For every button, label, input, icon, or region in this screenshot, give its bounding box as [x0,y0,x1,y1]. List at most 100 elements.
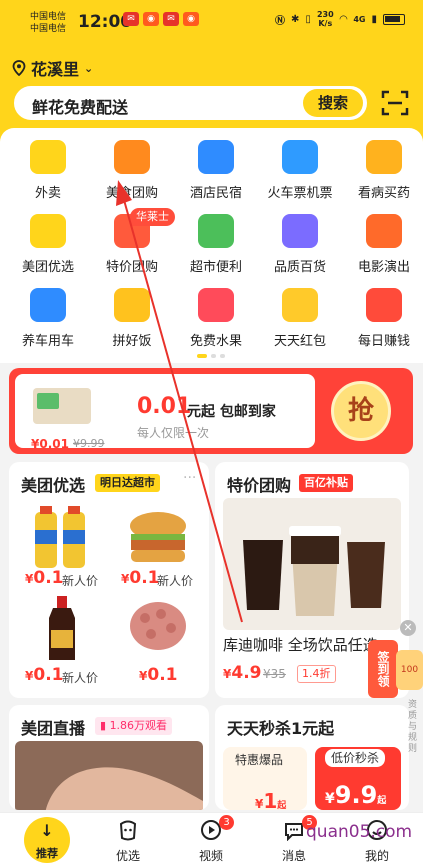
live-card[interactable]: 美团直播 ▮ 1.86万观看 [9,705,209,810]
medicine-box-icon [366,140,402,174]
youxuan-price-2: ¥0.1 [121,568,160,588]
category-tag: 华莱士 [130,208,175,226]
category-label: 美团优选 [21,260,74,275]
page-dot [220,354,225,358]
phone-icon [282,214,318,248]
coin-icon [282,288,318,322]
price-label: 新人价 [62,574,99,588]
category-item[interactable]: 超市便利 [174,214,258,280]
location-selector[interactable]: 花溪里 ⌄ [12,56,93,80]
watermark: quan05.com [306,822,413,842]
category-item[interactable]: 拼好饭 [90,288,174,354]
category-item[interactable]: 养车用车 [6,288,90,354]
airplane-icon [282,140,318,174]
category-label: 每日赚钱 [357,334,410,349]
nav-home[interactable]: ↓ 推荐 [24,817,70,863]
nav-label: 推荐 [36,847,58,860]
peanuts-image [130,602,186,650]
net-speed: 230 K/s [317,10,334,28]
category-item[interactable]: 每日赚钱 [342,288,423,354]
category-item[interactable]: 火车票机票 [258,140,342,206]
coupon-banner[interactable]: ¥0.01 ¥9.99 0.01 元起 包邮到家 每人仅限一次 抢 [9,368,413,454]
category-label: 看病买药 [357,186,410,201]
price-value: 1 [263,789,278,813]
location-pin-icon [12,60,26,76]
category-label: 天天红包 [273,334,326,349]
category-label: 酒店民宿 [189,186,242,201]
category-item[interactable]: 天天红包 [258,288,342,354]
price-value: 4.9 [231,663,262,683]
video-badge: 3 [219,815,234,830]
miaosha-left[interactable]: 特惠爆品 ¥1起 [223,747,307,813]
youxuan-price-1: ¥0.1 [25,568,64,588]
car-icon [30,288,66,322]
page-dot-active [197,354,207,358]
miaosha-left-tag: 特惠爆品 [235,753,284,767]
sign-in-text: 签到领 [368,640,398,698]
signal-icon: ▮ [371,13,377,25]
category-label: 免费水果 [189,334,242,349]
miaosha-card[interactable]: 天天秒杀1元起 特惠爆品 ¥1起 低价秒杀 ¥9.9起 [215,705,409,813]
tejia-price: ¥4.9 [223,663,262,683]
status-bar: 中国电信 中国电信 12:00 ✉ ◉ ✉ ◉ Ⓝ ✱ ▯ 230 K/s ◠ … [0,0,423,40]
burger-image [130,512,186,562]
search-button[interactable]: 搜索 [303,89,363,117]
price-value: 0.1 [129,568,160,588]
miaosha-right[interactable]: 低价秒杀 ¥9.9起 [315,747,401,810]
search-input[interactable]: 鲜花免费配送 [32,94,128,118]
category-item[interactable]: 美食团购 [90,140,174,206]
notification-icon: ✉ [163,12,179,26]
coffee-image [223,498,401,630]
category-item[interactable]: 美团优选 [6,214,90,280]
coupon-original-price: ¥9.99 [73,437,105,450]
notification-icon: ◉ [143,12,159,26]
price-value: 0.1 [33,568,64,588]
price-value: 0.1 [33,665,64,685]
carrier-1: 中国电信 [30,12,67,22]
scan-icon[interactable] [380,88,410,118]
close-icon[interactable]: ✕ [400,620,416,636]
tejia-original-price: ¥35 [263,667,286,681]
nav-label: 我的 [364,849,389,863]
live-preview-image [15,741,203,810]
nav-youxuan[interactable]: 优选 [98,819,158,864]
miaosha-right-tag: 低价秒杀 [325,749,386,767]
nav-video[interactable]: 视频 3 [181,815,241,864]
nav-label: 视频 [198,849,223,863]
signal-type: 4G [353,14,366,24]
category-label: 外卖 [34,186,61,201]
arrow-down-icon: ↓ [40,821,54,840]
live-viewers-text: 1.86万观看 [109,719,168,732]
category-label: 超市便利 [189,260,242,275]
status-right: Ⓝ ✱ ▯ 230 K/s ◠ 4G ▮ [275,10,405,28]
chevron-down-icon: ⌄ [84,61,94,75]
category-item[interactable]: 看病买药 [342,140,423,206]
cat-icon [366,214,402,248]
live-chart-icon: ▮ [100,719,107,732]
category-label: 养车用车 [21,334,74,349]
category-item[interactable]: 酒店民宿 [174,140,258,206]
price-label: 新人价 [157,574,194,588]
grab-button[interactable]: 抢 [331,381,391,441]
coupon-headline-text: 元起 包邮到家 [187,404,276,420]
coupon-price: ¥0.01 [31,437,69,451]
category-item[interactable]: 品质百货 [258,214,342,280]
category-label: 火车票机票 [267,186,333,201]
location-name: 花溪里 [31,60,80,79]
youxuan-card[interactable]: 美团优选 明日达超市 ··· ¥0.1 新人价 ¥0.1 新人价 ¥0.1 新人… [9,462,209,698]
money-icon [366,288,402,322]
sign-in-widget[interactable]: ✕ 签到领 100 [368,620,423,700]
price-suffix: 起 [377,796,387,806]
nav-label: 优选 [115,849,140,863]
nfc-icon: Ⓝ [275,15,286,27]
youxuan-price-3: ¥0.1 [25,665,64,685]
category-item[interactable]: 电影演出 [342,214,423,280]
category-item[interactable]: 免费水果 [174,288,258,354]
search-bar[interactable]: 鲜花免费配送 搜索 [12,84,369,122]
qualification-rules-link[interactable]: 资质与规则 [408,700,420,755]
category-item[interactable]: 外卖 [6,140,90,206]
category-label: 拼好饭 [112,334,152,349]
more-icon[interactable]: ··· [183,470,196,486]
live-title: 美团直播 [21,719,86,738]
price-suffix: 起 [277,801,287,811]
